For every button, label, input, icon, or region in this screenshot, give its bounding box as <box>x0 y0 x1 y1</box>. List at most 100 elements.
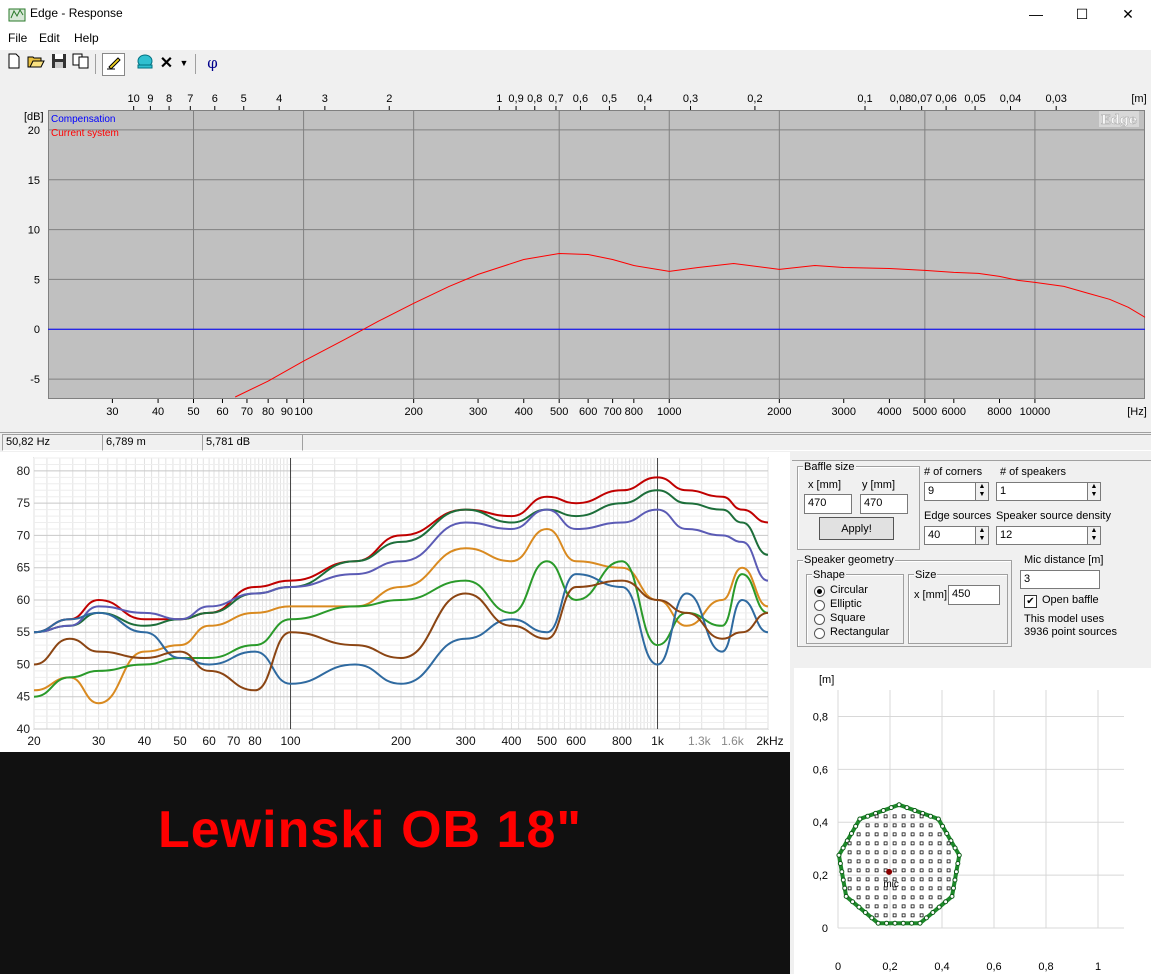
speaker-point-source <box>910 877 915 882</box>
speaker-point-source <box>874 814 879 819</box>
status-level: 5,781 dB <box>202 434 303 451</box>
distance-tick-label: 5 <box>241 93 247 105</box>
speaker-point-source <box>856 868 861 873</box>
phase-icon[interactable]: φ <box>202 53 223 74</box>
x-tick-label: 70 <box>241 406 253 418</box>
mic-distance-input[interactable]: 3 <box>1020 570 1100 589</box>
baffle-geometry-svg: [m] 0,8 0,6 0,4 0,2 0 0 0,2 0,4 0,6 0,8 1 mic <box>813 674 1124 973</box>
y-tick-label: 0,6 <box>813 764 828 776</box>
x-tick-label: 0,2 <box>882 961 897 973</box>
menu-edit[interactable]: Edit <box>39 31 60 45</box>
edge-source <box>837 860 843 866</box>
speaker-point-source <box>901 877 906 882</box>
speaker-point-source <box>937 850 942 855</box>
apply-button[interactable]: Apply! <box>819 517 894 540</box>
edge-source <box>888 805 894 811</box>
speaker-point-source <box>874 832 879 837</box>
menu-help[interactable]: Help <box>74 31 99 45</box>
shape-rectangular-radio[interactable] <box>814 628 825 639</box>
x-tick-label: 20 <box>27 734 41 748</box>
speakers-input[interactable]: 1 <box>996 482 1088 501</box>
save-icon[interactable] <box>48 53 69 74</box>
speaker-point-source <box>874 850 879 855</box>
x-tick-label: 30 <box>106 406 118 418</box>
shape-square-radio[interactable] <box>814 614 825 625</box>
copy-icon[interactable] <box>70 53 91 74</box>
speaker-point-source <box>928 868 933 873</box>
distance-tick-label: 3 <box>322 93 328 105</box>
x-tick-label: 2kHz <box>756 734 783 748</box>
minimize-button[interactable]: — <box>1013 0 1059 28</box>
open-icon[interactable] <box>25 53 46 74</box>
baffle-x-label: x [mm] <box>808 479 841 491</box>
shape-circular-radio[interactable] <box>814 586 825 597</box>
edge-source <box>952 845 958 851</box>
speaker-point-source <box>892 850 897 855</box>
dropdown-icon[interactable]: ▼ <box>178 53 190 74</box>
open-baffle-label: Open baffle <box>1042 594 1099 606</box>
edge-source <box>857 816 863 822</box>
menu-bar <box>0 28 1151 50</box>
speaker-point-source <box>928 832 933 837</box>
speaker-point-source <box>910 913 915 918</box>
x-tick-label: 400 <box>515 406 533 418</box>
baffle-y-input[interactable]: 470 <box>860 494 908 514</box>
shape-label: Shape <box>812 569 846 581</box>
series-line-current-system <box>234 252 1146 398</box>
new-icon[interactable] <box>3 53 24 74</box>
y-tick-label: 15 <box>28 175 40 187</box>
close-button[interactable]: ✕ <box>1105 0 1151 28</box>
edge-source <box>943 899 949 905</box>
delete-icon[interactable]: ✕ <box>156 53 177 74</box>
edge-source <box>935 816 941 822</box>
speaker-point-source <box>919 832 924 837</box>
density-spinner[interactable]: ▲ ▼ <box>1087 526 1101 545</box>
speaker-point-source <box>919 841 924 846</box>
edge-source <box>865 813 871 819</box>
baffle-x-input[interactable]: 470 <box>804 494 852 514</box>
maximize-button[interactable]: ☐ <box>1059 0 1105 28</box>
corners-input[interactable]: 9 <box>924 482 976 501</box>
open-baffle-checkbox[interactable]: ✔ <box>1024 595 1037 608</box>
edge-source <box>930 910 936 916</box>
speaker-point-source <box>865 895 870 900</box>
distance-tick-label: 0,1 <box>857 93 872 105</box>
density-input[interactable]: 12 <box>996 526 1088 545</box>
speaker-point-source <box>946 868 951 873</box>
shape-square-label: Square <box>830 612 866 624</box>
x-tick-label: 100 <box>294 406 312 418</box>
x-tick-label: 5000 <box>913 406 937 418</box>
speakers-spinner[interactable]: ▲ ▼ <box>1087 482 1101 501</box>
panel-splitter[interactable] <box>792 452 1151 461</box>
speaker-icon[interactable] <box>134 53 155 74</box>
x-tick-label: 1.3k <box>688 734 712 748</box>
pencil-icon[interactable] <box>102 53 125 76</box>
speaker-point-source <box>910 850 915 855</box>
speaker-point-source <box>874 913 879 918</box>
menu-file[interactable]: File <box>8 31 27 45</box>
size-label: Size <box>914 569 938 581</box>
edge-source <box>842 885 848 891</box>
speaker-point-source <box>883 850 888 855</box>
edge-source <box>848 831 854 837</box>
corners-spinner[interactable]: ▲ ▼ <box>975 482 989 501</box>
edge-sources-input[interactable]: 40 <box>924 526 976 545</box>
x-tick-label: 0,8 <box>1038 961 1053 973</box>
speaker-point-source <box>883 904 888 909</box>
y-tick-label: 45 <box>17 690 31 704</box>
x-tick-label: 800 <box>625 406 643 418</box>
size-x-input[interactable]: 450 <box>948 585 1000 605</box>
speaker-point-source <box>865 904 870 909</box>
speaker-point-source <box>937 868 942 873</box>
speaker-point-source <box>883 895 888 900</box>
x-tick-label: 4000 <box>877 406 901 418</box>
speaker-point-source <box>874 841 879 846</box>
size-x-label: x [mm] <box>914 589 947 601</box>
distance-tick-label: 0,06 <box>935 93 956 105</box>
shape-rectangular-label: Rectangular <box>830 626 890 638</box>
distance-tick-label: 1 <box>496 93 502 105</box>
x-tick-label: 200 <box>404 406 422 418</box>
edge-sources-spinner[interactable]: ▲ ▼ <box>975 526 989 545</box>
speaker-geometry-label: Speaker geometry <box>803 554 895 566</box>
shape-elliptic-radio[interactable] <box>814 600 825 611</box>
